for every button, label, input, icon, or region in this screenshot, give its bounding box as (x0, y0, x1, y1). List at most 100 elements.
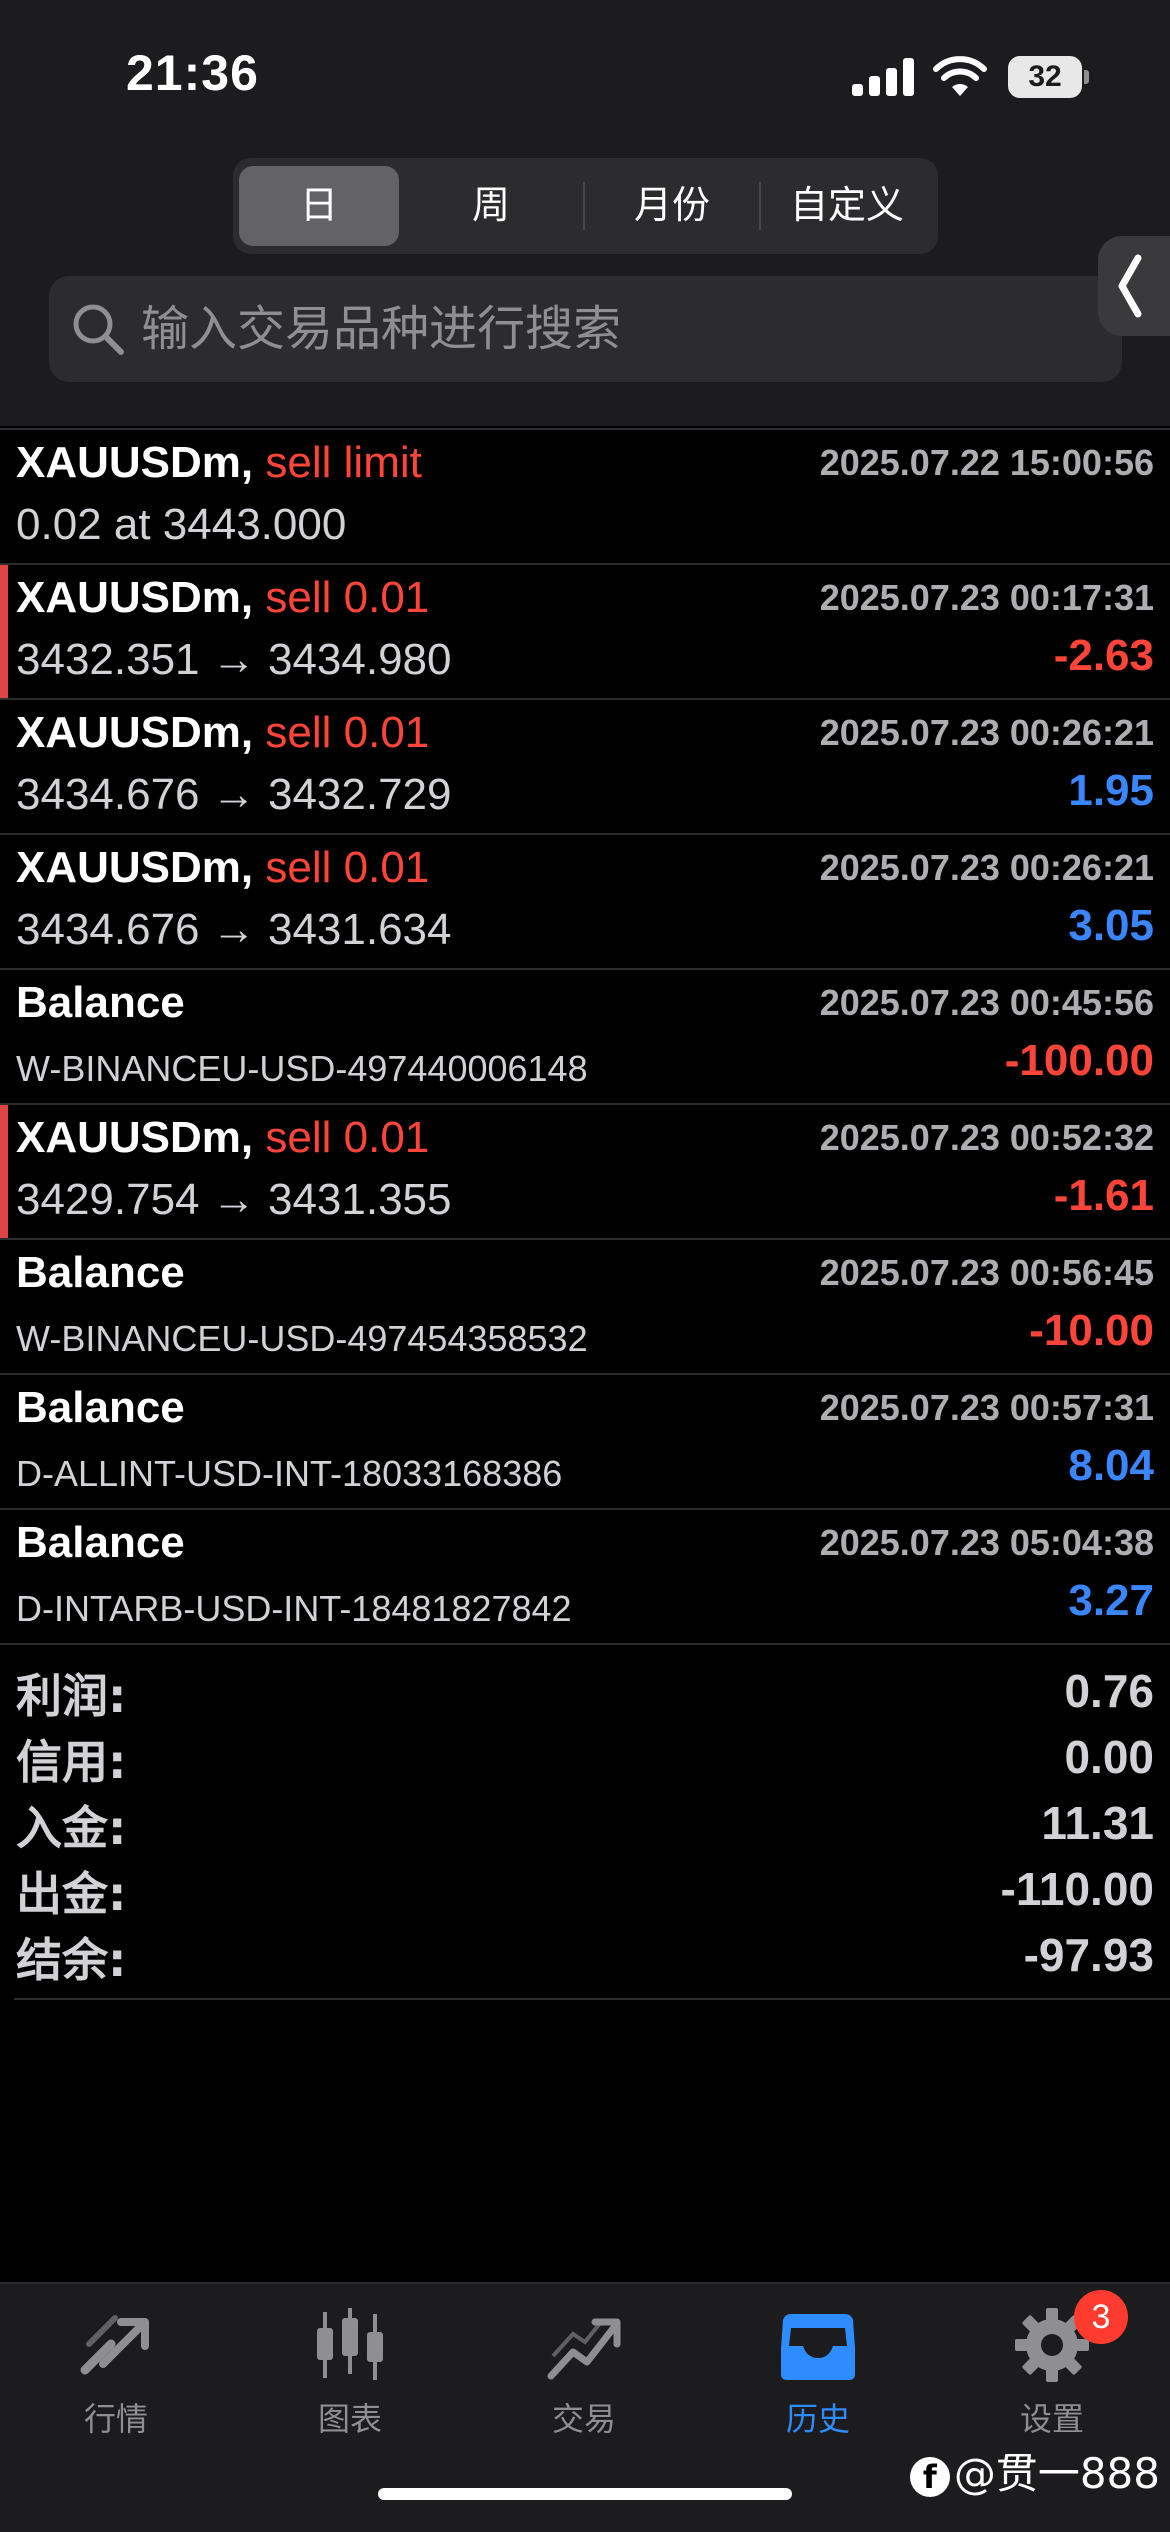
summary-section: 利润: 0.76 信用: 0.00 入金: 11.31 出金: -110.00 … (0, 1660, 1170, 1990)
row-date: 2025.07.23 00:57:31 (819, 1387, 1154, 1428)
row-amount: 8.04 (1068, 1441, 1154, 1490)
row-date: 2025.07.23 00:26:21 (819, 847, 1154, 888)
row-detail: D-ALLINT-USD-INT-18033168386 (16, 1453, 563, 1494)
row-amount: 1.95 (1068, 766, 1154, 815)
row-detail: 3432.351 → 3434.980 (16, 635, 452, 684)
tab-label: 交易 (551, 2400, 616, 2438)
trade-icon (547, 2318, 621, 2380)
search-bar (49, 276, 1122, 382)
search-icon (73, 304, 124, 355)
history-inbox-icon (781, 2314, 855, 2380)
row-symbol: XAUUSDm, (16, 708, 254, 757)
row-title: XAUUSDm, sell limit (16, 438, 422, 488)
period-segmented-control: 日 周 月份 自定义 (233, 158, 938, 254)
row-amount: -10.00 (1029, 1306, 1154, 1355)
history-row[interactable]: XAUUSDm, sell 0.01 2025.07.23 00:26:21 3… (0, 700, 1170, 835)
tab-label: 设置 (1019, 2400, 1084, 2438)
row-detail: D-INTARB-USD-INT-18481827842 (16, 1588, 572, 1629)
summary-row-balance: 结余: -97.93 (0, 1924, 1170, 1990)
summary-label: 信用: (16, 1735, 127, 1789)
summary-label: 入金: (16, 1801, 127, 1855)
tab-label: 图表 (317, 2400, 382, 2438)
row-title: Balance (16, 1518, 185, 1568)
row-symbol: XAUUSDm, (16, 438, 254, 487)
row-symbol: Balance (16, 1518, 185, 1567)
summary-value: -97.93 (1023, 1929, 1154, 1981)
side-panel-toggle[interactable] (1098, 236, 1170, 336)
history-row[interactable]: XAUUSDm, sell 0.01 2025.07.23 00:52:32 3… (0, 1105, 1170, 1240)
summary-value: 0.76 (1064, 1665, 1154, 1717)
history-row[interactable]: XAUUSDm, sell 0.01 2025.07.23 00:17:31 3… (0, 565, 1170, 700)
watermark: f @贯一888 (909, 2440, 1160, 2501)
history-row[interactable]: XAUUSDm, sell 0.01 2025.07.23 00:26:21 3… (0, 835, 1170, 970)
tab-label: 行情 (83, 2400, 148, 2438)
tab-history[interactable]: 历史 (728, 2304, 908, 2464)
segment-day[interactable]: 日 (239, 166, 399, 246)
summary-label: 利润: (16, 1669, 127, 1723)
row-date: 2025.07.23 00:17:31 (819, 577, 1154, 618)
watermark-text: @贯一888 (953, 2449, 1160, 2498)
row-title: XAUUSDm, sell 0.01 (16, 843, 429, 893)
row-amount: -2.63 (1053, 631, 1154, 680)
social-logo-icon: f (909, 2456, 950, 2497)
row-amount: 3.27 (1068, 1576, 1154, 1625)
row-title: XAUUSDm, sell 0.01 (16, 708, 429, 758)
tab-label: 历史 (785, 2400, 850, 2438)
row-detail: W-BINANCEU-USD-497440006148 (16, 1048, 588, 1089)
summary-value: 0.00 (1064, 1731, 1154, 1783)
row-amount: -1.61 (1053, 1171, 1154, 1220)
row-action: sell 0.01 (265, 843, 430, 892)
segment-custom[interactable]: 自定义 (761, 166, 933, 246)
row-symbol: XAUUSDm, (16, 573, 254, 622)
history-list: XAUUSDm, sell limit 2025.07.22 15:00:56 … (0, 428, 1170, 1645)
row-action: sell 0.01 (265, 573, 430, 622)
row-symbol: Balance (16, 1248, 185, 1297)
segment-month[interactable]: 月份 (585, 166, 759, 246)
summary-row-withdrawal: 出金: -110.00 (0, 1858, 1170, 1924)
row-symbol: XAUUSDm, (16, 1113, 254, 1162)
history-row[interactable]: Balance 2025.07.23 00:57:31 D-ALLINT-USD… (0, 1375, 1170, 1510)
row-date: 2025.07.23 05:04:38 (819, 1522, 1154, 1563)
tab-quotes[interactable]: 行情 (26, 2304, 206, 2464)
row-title: XAUUSDm, sell 0.01 (16, 573, 429, 623)
settings-notification-badge: 3 (1074, 2290, 1128, 2344)
summary-row-credit: 信用: 0.00 (0, 1726, 1170, 1792)
row-title: Balance (16, 1248, 185, 1298)
row-detail: 3434.676 → 3431.634 (16, 905, 452, 954)
home-indicator[interactable] (378, 2488, 792, 2500)
history-row[interactable]: Balance 2025.07.23 05:04:38 D-INTARB-USD… (0, 1510, 1170, 1645)
row-date: 2025.07.23 00:52:32 (819, 1117, 1154, 1158)
summary-row-deposit: 入金: 11.31 (0, 1792, 1170, 1858)
row-action: sell limit (265, 438, 422, 487)
summary-row-profit: 利润: 0.76 (0, 1660, 1170, 1726)
summary-label: 结余: (16, 1933, 127, 1987)
tab-trade[interactable]: 交易 (494, 2304, 674, 2464)
row-action: sell 0.01 (265, 708, 430, 757)
search-input[interactable] (141, 276, 961, 382)
row-symbol: XAUUSDm, (16, 843, 254, 892)
row-symbol: Balance (16, 978, 185, 1027)
row-title: Balance (16, 1383, 185, 1433)
row-detail: 0.02 at 3443.000 (16, 500, 347, 549)
summary-value: -110.00 (1000, 1863, 1154, 1915)
summary-label: 出金: (16, 1867, 127, 1921)
history-row[interactable]: Balance 2025.07.23 00:45:56 W-BINANCEU-U… (0, 970, 1170, 1105)
quotes-icon (80, 2315, 149, 2375)
history-row[interactable]: Balance 2025.07.23 00:56:45 W-BINANCEU-U… (0, 1240, 1170, 1375)
row-amount: 3.05 (1068, 901, 1154, 950)
row-detail: W-BINANCEU-USD-497454358532 (16, 1318, 588, 1359)
row-symbol: Balance (16, 1383, 185, 1432)
battery-tip (1084, 70, 1089, 84)
tab-chart[interactable]: 图表 (260, 2304, 440, 2464)
candlestick-chart-icon (317, 2308, 383, 2380)
row-title: XAUUSDm, sell 0.01 (16, 1113, 429, 1163)
row-date: 2025.07.23 00:56:45 (819, 1252, 1154, 1293)
history-row[interactable]: XAUUSDm, sell limit 2025.07.22 15:00:56 … (0, 430, 1170, 565)
row-amount: -100.00 (1004, 1036, 1154, 1085)
row-date: 2025.07.23 00:45:56 (819, 982, 1154, 1023)
row-detail: 3429.754 → 3431.355 (16, 1175, 452, 1224)
row-date: 2025.07.23 00:26:21 (819, 712, 1154, 753)
summary-divider (14, 1998, 1170, 2000)
segment-week[interactable]: 周 (411, 166, 571, 246)
row-detail: 3434.676 → 3432.729 (16, 770, 452, 819)
